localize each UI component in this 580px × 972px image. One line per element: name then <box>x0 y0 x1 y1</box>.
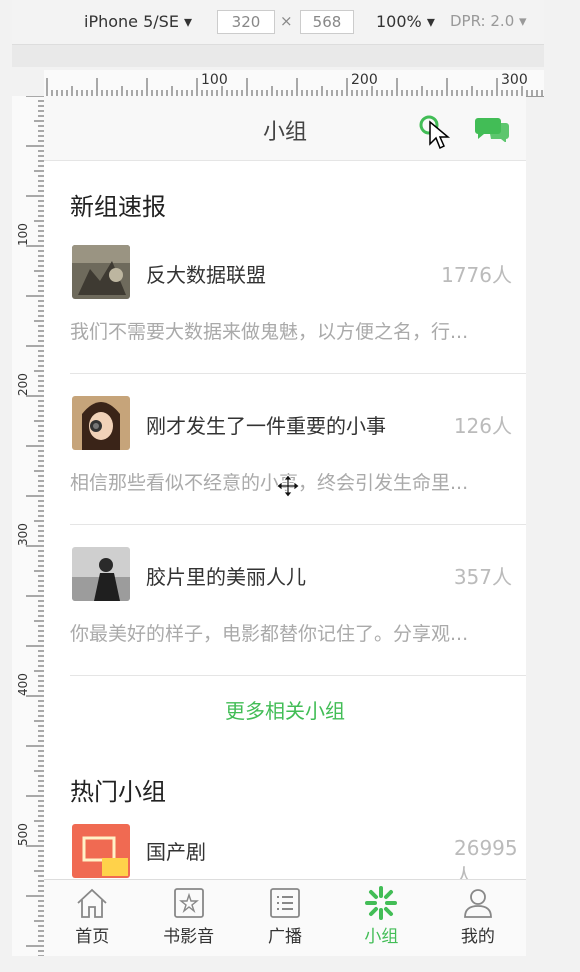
home-icon <box>77 888 107 918</box>
tab-label: 我的 <box>460 927 495 947</box>
group-list-item[interactable]: 反大数据联盟 1776人 我们不需要大数据来做鬼魅，以方便之名，行... <box>70 223 526 374</box>
ruler-label: 400 <box>16 673 30 696</box>
ruler-label: 100 <box>16 223 30 246</box>
group-name: 胶片里的美丽人儿 <box>146 565 306 589</box>
ruler-label: 300 <box>16 523 30 546</box>
device-select[interactable]: iPhone 5/SE ▾ <box>84 12 192 31</box>
tab-profile[interactable]: 我的 <box>430 880 526 956</box>
tab-home[interactable]: 首页 <box>44 880 140 956</box>
ruler-label: 200 <box>351 72 378 88</box>
dpr-select[interactable]: DPR: 2.0 ▾ <box>450 12 527 30</box>
group-description: 你最美好的样子，电影都替你记住了。分享观... <box>70 623 469 645</box>
tab-media[interactable]: 书影音 <box>140 880 236 956</box>
tab-label: 广播 <box>268 927 303 947</box>
group-avatar <box>72 245 130 299</box>
more-groups-link[interactable]: 更多相关小组 <box>44 676 526 746</box>
ruler-label: 200 <box>16 373 30 396</box>
hot-groups-title: 热门小组 <box>70 778 166 806</box>
tab-group[interactable]: 小组 <box>333 880 429 956</box>
member-count: 1776人 <box>441 263 512 287</box>
chat-icon[interactable] <box>474 114 510 142</box>
group-name: 国产剧 <box>146 840 206 864</box>
vertical-ruler: 100 200 300 400 500 <box>12 96 45 956</box>
move-cursor-icon <box>276 474 300 498</box>
group-avatar <box>72 547 130 601</box>
member-count: 357人 <box>453 565 512 589</box>
group-list-item[interactable]: 国产剧 26995人 <box>70 812 526 888</box>
bottom-tab-bar: 首页 书影音 广播 小组 我的 <box>44 879 526 956</box>
group-avatar <box>72 824 130 878</box>
page-title: 小组 <box>262 120 307 145</box>
new-groups-title: 新组速报 <box>70 193 166 221</box>
ruler-ticks <box>46 78 543 96</box>
tab-broadcast[interactable]: 广播 <box>237 880 333 956</box>
device-toolbar: iPhone 5/SE ▾ 320 × 568 100% ▾ DPR: 2.0 … <box>12 0 544 45</box>
mouse-cursor-icon <box>429 120 451 150</box>
tab-label: 首页 <box>75 927 110 947</box>
broadcast-icon <box>270 888 300 918</box>
ruler-label: 500 <box>16 823 30 846</box>
group-icon <box>365 886 398 920</box>
tab-label: 书影音 <box>163 927 215 947</box>
tab-label: 小组 <box>364 927 399 947</box>
height-input[interactable]: 568 <box>300 10 354 34</box>
group-description: 我们不需要大数据来做鬼魅，以方便之名，行... <box>70 321 469 343</box>
group-list-item[interactable]: 胶片里的美丽人儿 357人 你最美好的样子，电影都替你记住了。分享观... <box>70 525 526 676</box>
profile-icon <box>463 889 492 918</box>
group-name: 反大数据联盟 <box>146 263 266 287</box>
media-icon <box>173 888 204 918</box>
group-list-item[interactable]: 刚才发生了一件重要的小事 126人 相信那些看似不经意的小事，终会引发生命里..… <box>70 374 526 525</box>
group-avatar <box>72 396 130 450</box>
member-count: 126人 <box>453 414 512 438</box>
width-input[interactable]: 320 <box>217 10 275 34</box>
zoom-select[interactable]: 100% ▾ <box>376 12 435 31</box>
horizontal-ruler: 100 200 300 <box>44 70 544 97</box>
media-query-bar <box>12 45 544 67</box>
ruler-label: 300 <box>501 72 528 88</box>
phone-viewport: 小组 新组速报 反大数据联盟 1776人 我们不需要大数据来做鬼魅，以方便之名，… <box>44 96 526 956</box>
group-name: 刚才发生了一件重要的小事 <box>146 414 386 438</box>
dimension-separator: × <box>280 12 293 30</box>
ruler-label: 100 <box>201 72 228 88</box>
app-header: 小组 <box>44 96 526 161</box>
